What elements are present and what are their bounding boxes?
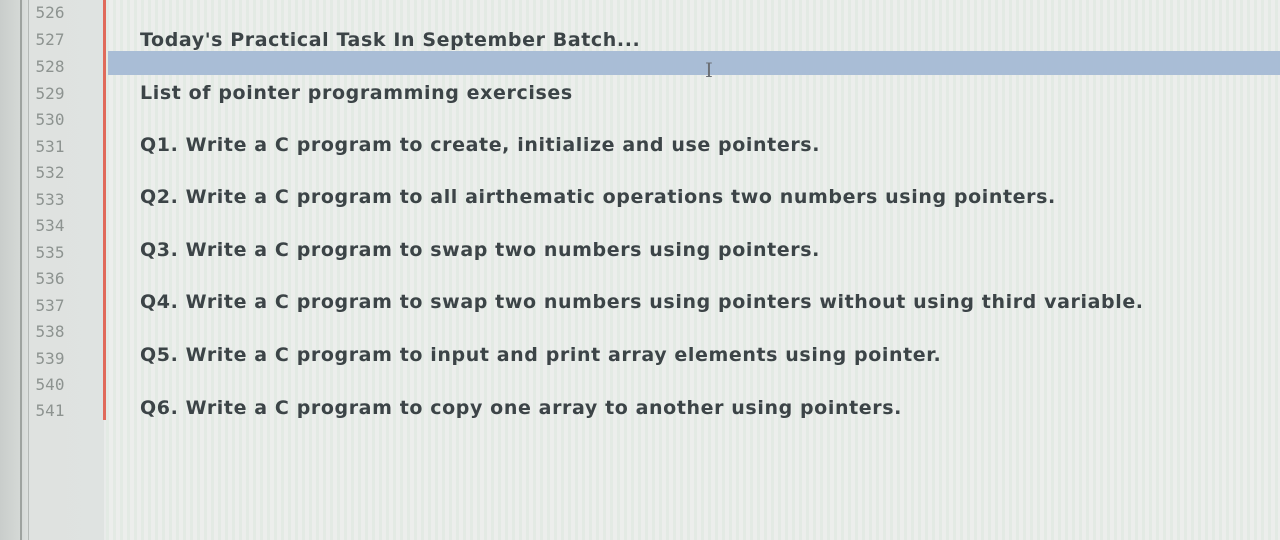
line-number: 534	[35, 216, 65, 235]
modified-lines-marker	[103, 0, 106, 420]
line-number: 538	[35, 322, 65, 341]
current-line-highlight	[108, 51, 1280, 75]
line-number: 531	[35, 137, 65, 156]
code-line-q5[interactable]: Q5. Write a C program to input and print…	[140, 344, 941, 366]
line-number: 528	[35, 57, 65, 76]
line-number: 529	[35, 84, 65, 103]
line-number: 537	[35, 296, 65, 315]
code-line-subtitle[interactable]: List of pointer programming exercises	[140, 82, 573, 104]
text-cursor-icon: I	[705, 58, 713, 82]
code-line-q6[interactable]: Q6. Write a C program to copy one array …	[140, 397, 902, 419]
code-line-q4[interactable]: Q4. Write a C program to swap two number…	[140, 291, 1144, 313]
line-number: 527	[35, 30, 65, 49]
line-number: 532	[35, 163, 65, 182]
line-number: 539	[35, 349, 65, 368]
editor-area[interactable]	[106, 0, 1280, 540]
line-number: 533	[35, 190, 65, 209]
code-line-q3[interactable]: Q3. Write a C program to swap two number…	[140, 239, 820, 261]
code-line-q2[interactable]: Q2. Write a C program to all airthematic…	[140, 186, 1056, 208]
line-number: 526	[35, 3, 65, 22]
line-number: 530	[35, 110, 65, 129]
line-number: 535	[35, 243, 65, 262]
code-line-title[interactable]: Today's Practical Task In September Batc…	[140, 29, 640, 51]
line-number: 541	[35, 401, 65, 420]
code-line-q1[interactable]: Q1. Write a C program to create, initial…	[140, 134, 820, 156]
line-number: 540	[35, 375, 65, 394]
gutter-divider	[20, 0, 22, 540]
line-number: 536	[35, 269, 65, 288]
